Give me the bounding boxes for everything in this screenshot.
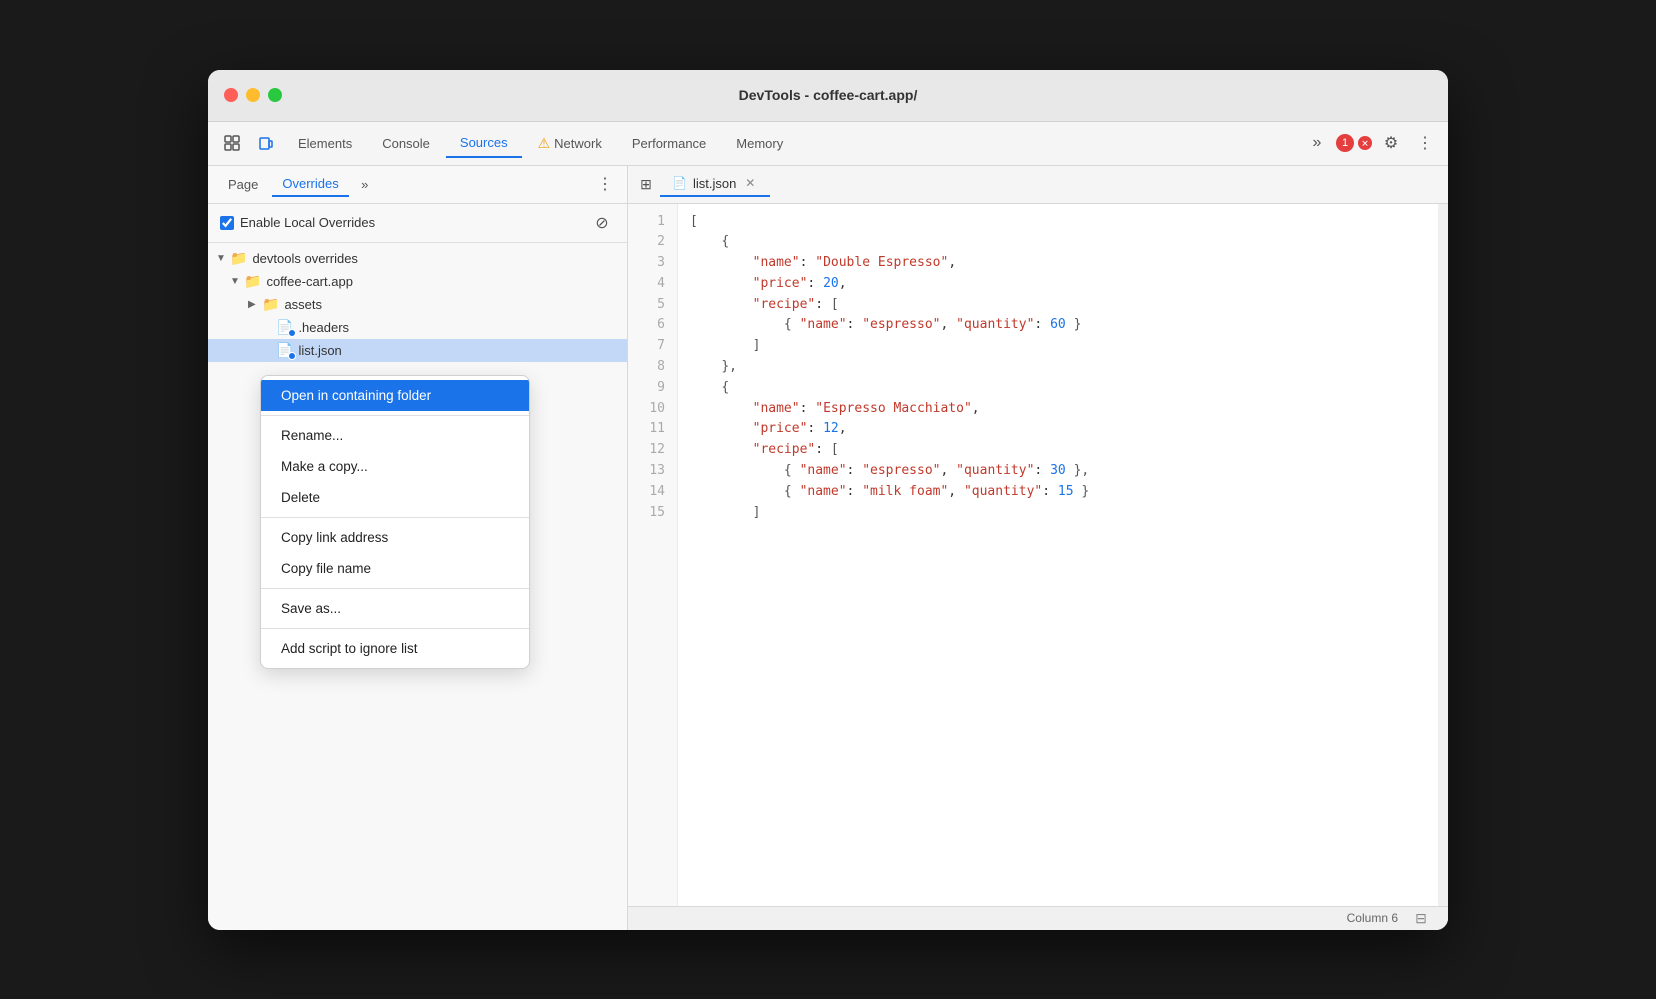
folder-icon-coffee: 📁 [244,273,261,290]
more-options-button[interactable]: ⋮ [1410,128,1440,158]
sidebar-toggle-button[interactable]: ⊞ [632,170,660,198]
enable-overrides-label[interactable]: Enable Local Overrides [220,215,375,230]
tree-arrow-coffee: ▼ [230,276,244,287]
folder-icon-root: 📁 [230,250,247,267]
device-toggle-icon[interactable] [250,127,282,159]
error-badge: 1 [1336,134,1354,152]
tree-item-headers[interactable]: ▶ 📄 .headers [208,316,627,339]
ctx-ignore[interactable]: Add script to ignore list [261,633,529,664]
overrides-toolbar: Enable Local Overrides ⊘ [208,204,627,243]
editor-tabs: ⊞ 📄 list.json ✕ [628,166,1448,204]
editor-tab-listjson[interactable]: 📄 list.json ✕ [660,171,770,197]
line-numbers: 1 2 3 4 5 6 7 8 9 10 11 12 13 14 15 [628,204,678,906]
main-content: Page Overrides » ⋮ Enable Local Override… [208,166,1448,930]
warning-icon: ⚠ [538,135,551,152]
ctx-save-as[interactable]: Save as... [261,593,529,624]
ctx-copy-link[interactable]: Copy link address [261,522,529,553]
tab-bar-right: » 1 ✕ ⚙ ⋮ [1302,128,1440,158]
sidebar-tab-overrides[interactable]: Overrides [272,172,348,197]
minimize-button[interactable] [246,88,260,102]
close-button[interactable] [224,88,238,102]
code-editor[interactable]: 1 2 3 4 5 6 7 8 9 10 11 12 13 14 15 [ { [628,204,1448,906]
tab-elements[interactable]: Elements [284,130,366,157]
file-icon-listjson: 📄 [276,342,293,359]
tree-item-listjson[interactable]: ▶ 📄 list.json [208,339,627,362]
tab-console[interactable]: Console [368,130,444,157]
tab-close-button[interactable]: ✕ [742,175,758,191]
folder-icon-assets: 📁 [262,296,279,313]
sidebar: Page Overrides » ⋮ Enable Local Override… [208,166,628,930]
svg-text:✕: ✕ [1361,139,1369,149]
sidebar-menu-button[interactable]: ⋮ [593,172,617,196]
scrollbar[interactable] [1438,204,1448,906]
ctx-separator-1 [261,415,529,416]
ctx-copy-name[interactable]: Copy file name [261,553,529,584]
tab-network[interactable]: ⚠ Network [524,129,616,158]
context-menu: Open in containing folder Rename... Make… [260,375,530,669]
tree-item-assets[interactable]: ▶ 📁 assets [208,293,627,316]
enable-overrides-checkbox[interactable] [220,216,234,230]
ctx-make-copy[interactable]: Make a copy... [261,451,529,482]
tree-arrow-assets: ▶ [248,299,262,310]
editor-area: ⊞ 📄 list.json ✕ 1 2 3 4 5 6 7 8 [628,166,1448,930]
ctx-rename[interactable]: Rename... [261,420,529,451]
ctx-open-folder[interactable]: Open in containing folder [261,380,529,411]
sidebar-more-button[interactable]: » [353,172,377,196]
tab-bar: Elements Console Sources ⚠ Network Perfo… [208,122,1448,166]
settings-button[interactable]: ⚙ [1376,128,1406,158]
tab-sources[interactable]: Sources [446,129,522,158]
code-content[interactable]: [ { "name": "Double Espresso", "price": … [678,204,1438,906]
status-icon-button[interactable]: ⊟ [1406,903,1436,930]
sidebar-tabs: Page Overrides » ⋮ [208,166,627,204]
maximize-button[interactable] [268,88,282,102]
more-tabs-button[interactable]: » [1302,128,1332,158]
devtools-window: DevTools - coffee-cart.app/ Elements Con… [208,70,1448,930]
tree-root[interactable]: ▼ 📁 devtools overrides [208,247,627,270]
window-controls [224,88,282,102]
editor-status: Column 6 ⊟ [628,906,1448,930]
ctx-delete[interactable]: Delete [261,482,529,513]
clear-overrides-button[interactable]: ⊘ [589,210,615,236]
file-tab-icon: 📄 [672,176,687,190]
sidebar-tab-page[interactable]: Page [218,173,268,196]
title-bar: DevTools - coffee-cart.app/ [208,70,1448,122]
file-icon-headers: 📄 [276,319,293,336]
window-title: DevTools - coffee-cart.app/ [739,87,918,103]
tree-item-coffee-cart[interactable]: ▼ 📁 coffee-cart.app [208,270,627,293]
ctx-separator-4 [261,628,529,629]
tab-performance[interactable]: Performance [618,130,720,157]
tree-arrow-root: ▼ [216,253,230,264]
ctx-separator-2 [261,517,529,518]
inspect-icon[interactable] [216,127,248,159]
tab-memory[interactable]: Memory [722,130,797,157]
ctx-separator-3 [261,588,529,589]
